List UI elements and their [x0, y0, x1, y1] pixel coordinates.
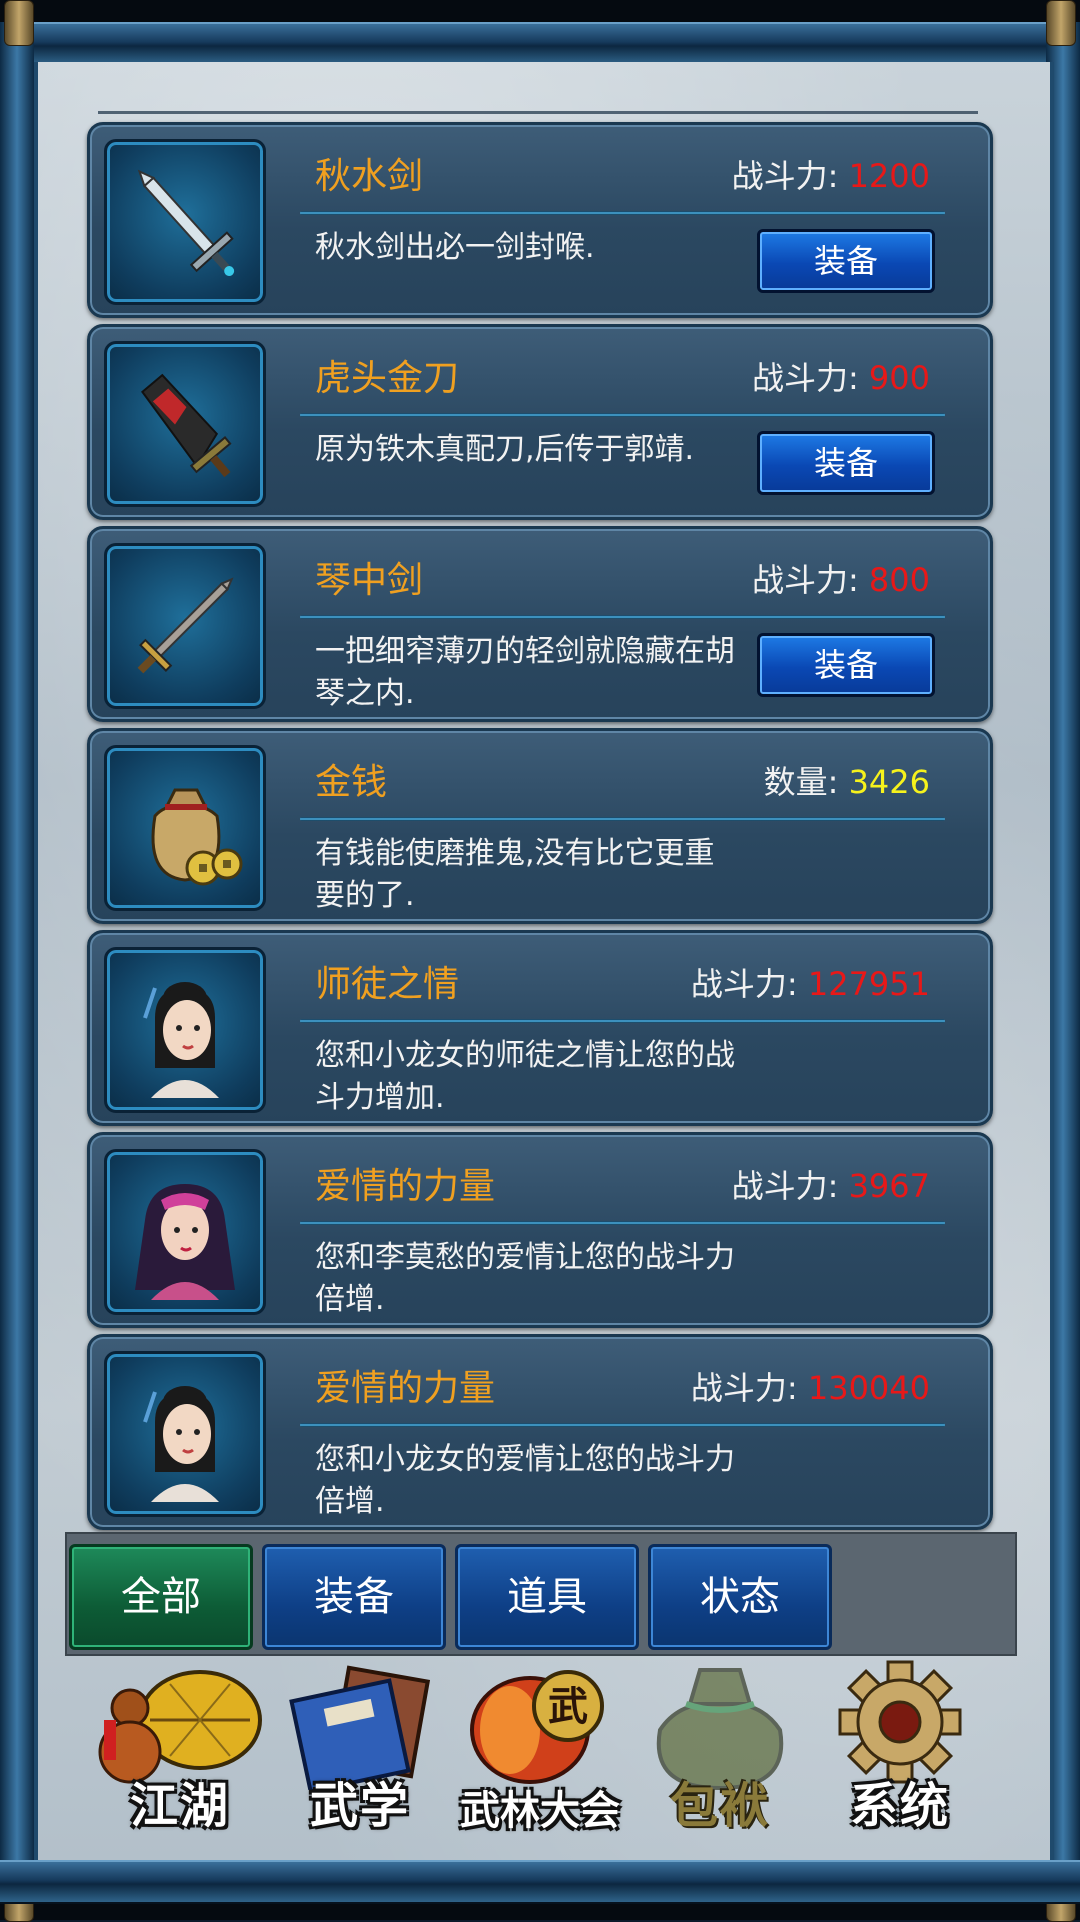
- nav-system-button[interactable]: 系统: [810, 1660, 990, 1840]
- sword-icon: [104, 139, 266, 305]
- stat-label: 战斗力:: [731, 157, 839, 195]
- card-divider: [300, 1019, 945, 1023]
- thin-sword-icon: [104, 543, 266, 709]
- item-name: 爱情的力量: [315, 1166, 496, 1207]
- left-scroll-rod: [0, 22, 34, 1900]
- item-stat: 战斗力: 800: [752, 555, 930, 601]
- card-divider: [300, 211, 945, 215]
- tab-equipment[interactable]: 装备: [262, 1544, 446, 1650]
- stat-label: 战斗力:: [690, 965, 798, 1003]
- item-card[interactable]: 虎头金刀 战斗力: 900 原为铁木真配刀,后传于郭靖. 装备: [87, 324, 993, 520]
- stat-label: 数量:: [763, 763, 839, 801]
- stat-value: 1200: [848, 157, 930, 195]
- nav-jianghu-button[interactable]: 江湖: [90, 1660, 270, 1840]
- item-name: 爱情的力量: [315, 1368, 496, 1409]
- item-name: 虎头金刀: [315, 358, 460, 399]
- card-divider: [300, 413, 945, 417]
- nav-label: 江湖: [129, 1778, 230, 1834]
- item-description: 您和小龙女的师徒之情让您的战斗力增加.: [315, 1038, 735, 1115]
- top-scroll-rod: [0, 22, 1080, 66]
- bottom-nav: 江湖 武学 武 武林大会 包袱 系统: [90, 1660, 990, 1840]
- xiaolongnu-portrait-icon: [104, 947, 266, 1113]
- item-card[interactable]: 秋水剑 战斗力: 1200 秋水剑出必一剑封喉. 装备: [87, 122, 993, 318]
- nav-label: 武林大会: [460, 1787, 620, 1834]
- card-divider: [300, 615, 945, 619]
- item-description: 秋水剑出必一剑封喉.: [315, 230, 595, 265]
- stat-value: 3967: [848, 1167, 930, 1205]
- item-description: 您和小龙女的爱情让您的战斗力倍增.: [315, 1442, 735, 1519]
- filter-tab-bar: 全部 装备 道具 状态: [65, 1532, 1017, 1656]
- card-divider: [300, 817, 945, 821]
- tab-items[interactable]: 道具: [455, 1544, 639, 1650]
- stat-label: 战斗力:: [751, 359, 859, 397]
- item-description: 原为铁木真配刀,后传于郭靖.: [315, 432, 695, 467]
- item-card[interactable]: 爱情的力量 战斗力: 3967 您和李莫愁的爱情让您的战斗力倍增.: [87, 1132, 993, 1328]
- card-divider: [300, 1423, 945, 1427]
- item-card[interactable]: 爱情的力量 战斗力: 130040 您和小龙女的爱情让您的战斗力倍增.: [87, 1334, 993, 1530]
- stat-value: 900: [868, 359, 930, 397]
- item-card[interactable]: 琴中剑 战斗力: 800 一把细窄薄刃的轻剑就隐藏在胡琴之内. 装备: [87, 526, 993, 722]
- nav-wuxue-button[interactable]: 武学: [270, 1660, 450, 1840]
- item-name: 琴中剑: [315, 560, 424, 601]
- bottom-scroll-rod: [0, 1860, 1080, 1904]
- equip-button[interactable]: 装备: [757, 431, 935, 495]
- item-name: 师徒之情: [315, 964, 460, 1005]
- item-name: 金钱: [315, 762, 388, 803]
- nav-baofu-button[interactable]: 包袱: [630, 1660, 810, 1840]
- xiaolongnu-portrait-icon: [104, 1351, 266, 1517]
- item-stat: 战斗力: 127951: [691, 959, 930, 1005]
- tab-all[interactable]: 全部: [69, 1544, 253, 1650]
- svg-text:武: 武: [548, 1683, 588, 1730]
- item-stat: 战斗力: 900: [752, 353, 930, 399]
- item-stat: 战斗力: 3967: [732, 1161, 930, 1207]
- stat-value: 800: [868, 561, 930, 599]
- saber-icon: [104, 341, 266, 507]
- item-name: 秋水剑: [315, 156, 424, 197]
- item-description: 一把细窄薄刃的轻剑就隐藏在胡琴之内.: [315, 634, 735, 711]
- drum-icon: 武: [470, 1670, 604, 1784]
- equip-button[interactable]: 装备: [757, 633, 935, 697]
- nav-label: 包袱: [669, 1778, 770, 1834]
- item-stat: 数量: 3426: [764, 757, 930, 803]
- item-stat: 战斗力: 130040: [691, 1363, 930, 1409]
- item-card[interactable]: 师徒之情 战斗力: 127951 您和小龙女的师徒之情让您的战斗力增加.: [87, 930, 993, 1126]
- nav-wulin-button[interactable]: 武 武林大会: [450, 1660, 630, 1840]
- item-stat: 战斗力: 1200: [732, 151, 930, 197]
- card-divider: [300, 1221, 945, 1225]
- stat-value: 127951: [807, 965, 930, 1003]
- item-description: 有钱能使磨推鬼,没有比它更重要的了.: [315, 836, 715, 913]
- tab-status[interactable]: 状态: [648, 1544, 832, 1650]
- stat-label: 战斗力:: [690, 1369, 798, 1407]
- list-top-divider: [98, 111, 978, 114]
- stat-label: 战斗力:: [751, 561, 859, 599]
- rod-cap-icon: [4, 0, 34, 46]
- equip-button[interactable]: 装备: [757, 229, 935, 293]
- stat-value: 3426: [848, 763, 930, 801]
- item-description: 您和李莫愁的爱情让您的战斗力倍增.: [315, 1240, 735, 1317]
- stat-label: 战斗力:: [731, 1167, 839, 1205]
- nav-label: 武学: [309, 1778, 410, 1834]
- limochou-portrait-icon: [104, 1149, 266, 1315]
- rod-cap-icon: [1046, 0, 1076, 46]
- money-bag-icon: [104, 745, 266, 911]
- nav-label: 系统: [849, 1778, 950, 1834]
- item-card[interactable]: 金钱 数量: 3426 有钱能使磨推鬼,没有比它更重要的了.: [87, 728, 993, 924]
- stat-value: 130040: [807, 1369, 930, 1407]
